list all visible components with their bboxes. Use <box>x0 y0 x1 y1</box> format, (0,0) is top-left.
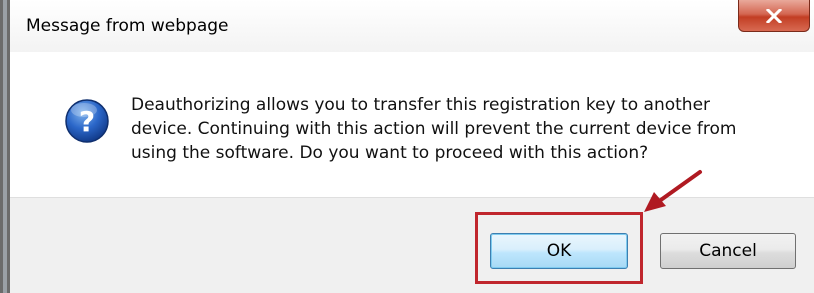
question-icon: ? <box>65 99 109 143</box>
ok-button[interactable]: OK <box>490 233 628 269</box>
dialog-title: Message from webpage <box>26 16 229 36</box>
close-icon <box>766 8 782 23</box>
background-window-edge <box>0 0 10 293</box>
cancel-button[interactable]: Cancel <box>660 233 796 269</box>
close-button[interactable] <box>738 0 810 32</box>
dialog-message: Deauthorizing allows you to transfer thi… <box>131 95 737 163</box>
screenshot-frame: Message from webpage ? Deauthorizing all… <box>0 0 814 293</box>
red-arrow-icon <box>644 170 702 212</box>
title-bar[interactable]: Message from webpage <box>10 0 814 52</box>
svg-text:?: ? <box>79 105 95 138</box>
